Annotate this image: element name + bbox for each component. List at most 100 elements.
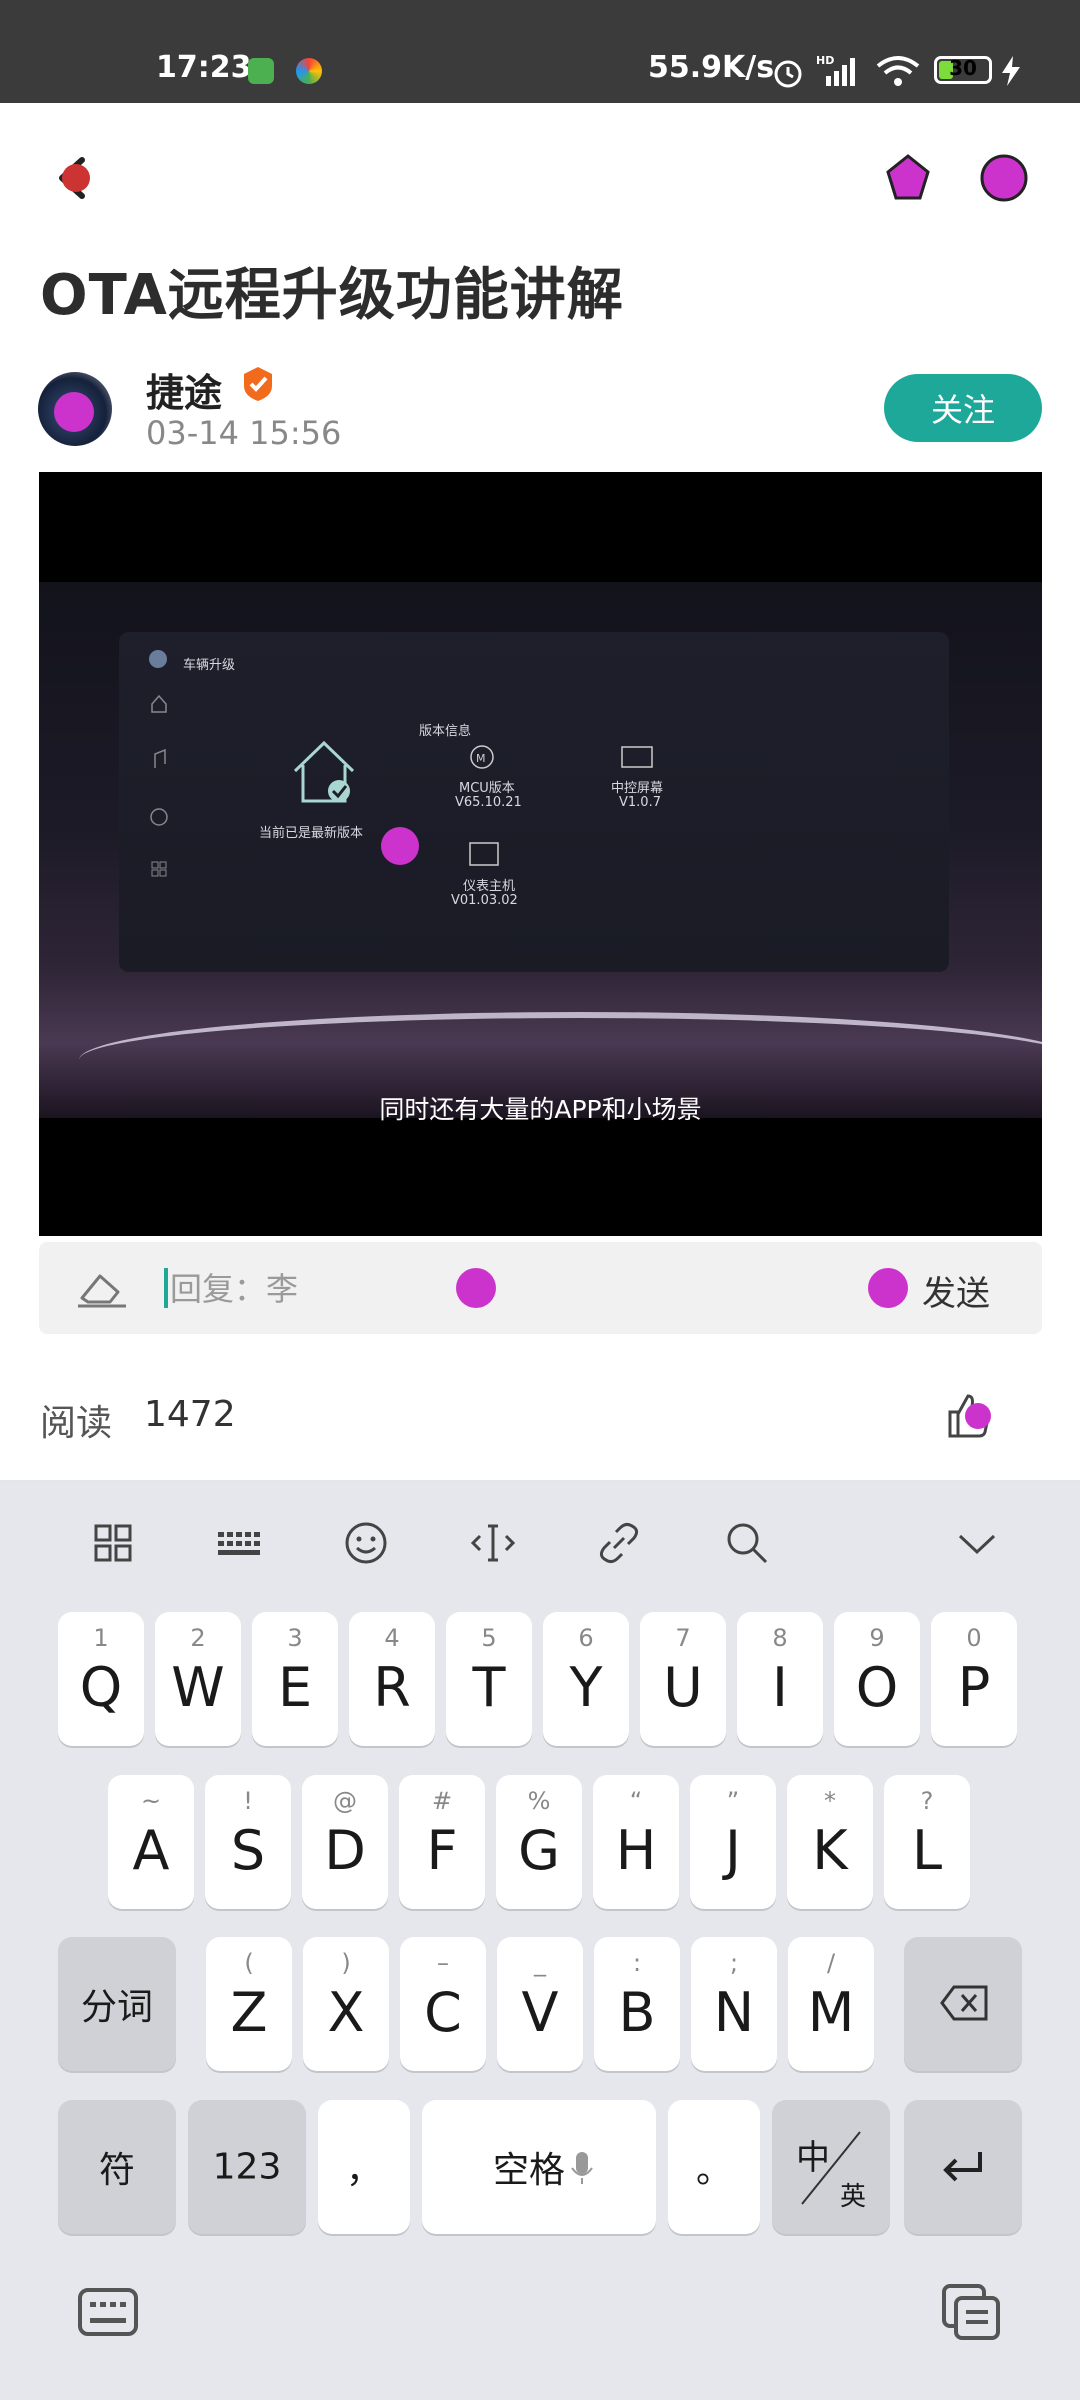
svg-text:HD: HD — [816, 54, 834, 67]
key-letter: R — [373, 1656, 411, 1719]
battery-icon: 30 — [934, 56, 992, 84]
key-letter: Z — [230, 1981, 268, 2044]
like-icon[interactable] — [944, 1390, 994, 1440]
link-icon[interactable] — [594, 1518, 644, 1568]
emoji-icon[interactable] — [341, 1518, 391, 1568]
key-o[interactable]: 9O — [834, 1612, 920, 1746]
app-notification-icon — [248, 58, 274, 84]
key-h[interactable]: “H — [593, 1775, 679, 1909]
key-i[interactable]: 8I — [737, 1612, 823, 1746]
collapse-chevron-icon[interactable] — [952, 1518, 1002, 1568]
key-hint: / — [826, 1949, 836, 1977]
key-l[interactable]: ? L — [884, 1775, 970, 1909]
key-letter: F — [426, 1819, 458, 1882]
key-y[interactable]: 6Y — [543, 1612, 629, 1746]
keyboard-switch-icon[interactable] — [76, 2282, 140, 2342]
key-c[interactable]: – C — [400, 1937, 486, 2071]
key-hint: ; — [729, 1949, 739, 1977]
key-k[interactable]: * K — [787, 1775, 873, 1909]
key-hint: ? — [920, 1787, 934, 1815]
charging-icon — [1002, 56, 1020, 86]
space-key-label: 空格 — [492, 2150, 565, 2191]
reply-input[interactable] — [168, 1262, 692, 1316]
article-title: OTA远程升级功能讲解 — [40, 263, 624, 328]
key-m[interactable]: / M — [788, 1937, 874, 2071]
lang-slash — [801, 2131, 861, 2205]
avatar[interactable] — [38, 372, 112, 446]
key-w[interactable]: 2W — [155, 1612, 241, 1746]
mcu-label: MCU版本 — [459, 781, 515, 796]
search-icon[interactable] — [722, 1518, 772, 1568]
more-icon[interactable] — [976, 150, 1032, 206]
key-u[interactable]: 7U — [640, 1612, 726, 1746]
share-icon[interactable] — [880, 150, 936, 206]
backspace-key[interactable] — [904, 1937, 1022, 2071]
key-letter: X — [327, 1981, 365, 2044]
key-hint: 9 — [869, 1624, 885, 1652]
key-hint: 1 — [93, 1624, 109, 1652]
symbol-key[interactable]: 符 — [58, 2100, 176, 2234]
key-letter: O — [855, 1656, 899, 1719]
key-letter: J — [725, 1819, 741, 1882]
screen-header: 车辆升级 — [183, 658, 236, 673]
key-letter: V — [521, 1981, 559, 2044]
back-arrow-icon[interactable] — [48, 150, 104, 206]
language-switch-key[interactable]: 中 英 — [772, 2100, 890, 2234]
key-z[interactable]: (Z — [206, 1937, 292, 2071]
alarm-icon — [774, 60, 802, 88]
space-key[interactable]: 空格 — [422, 2100, 656, 2234]
author-name[interactable]: 捷途 — [146, 362, 222, 417]
key-letter: U — [663, 1656, 703, 1719]
key-a[interactable]: ~ A — [108, 1775, 194, 1909]
cursor-move-icon[interactable] — [468, 1518, 518, 1568]
key-letter: I — [772, 1656, 788, 1719]
video-player[interactable]: 车辆升级 当前已是最新版本 版本信息 M MCU版本 V65.10.21 中控屏… — [39, 472, 1042, 1236]
keyboard-layout-icon[interactable] — [214, 1518, 264, 1568]
video-subtitle: 同时还有大量的APP和小场景 — [379, 1095, 702, 1124]
key-v[interactable]: _ V — [497, 1937, 583, 2071]
microphone-icon — [571, 2152, 593, 2184]
number-key[interactable]: 123 — [188, 2100, 306, 2234]
comma-key[interactable]: ， — [318, 2100, 410, 2234]
comma-key-label: ， — [345, 2150, 382, 2191]
key-j[interactable]: ” J — [690, 1775, 776, 1909]
key-d[interactable]: @ D — [302, 1775, 388, 1909]
key-letter: G — [518, 1819, 560, 1882]
key-e[interactable]: 3E — [252, 1612, 338, 1746]
key-f[interactable]: # F — [399, 1775, 485, 1909]
cluster-label: 仪表主机 — [463, 879, 516, 894]
key-hint: 7 — [675, 1624, 691, 1652]
hd-signal-icon: HD — [816, 54, 855, 86]
clipboard-icon[interactable] — [940, 2282, 1004, 2342]
period-key[interactable]: 。 — [668, 2100, 760, 2234]
key-t[interactable]: 5T — [446, 1612, 532, 1746]
key-hint: – — [437, 1949, 449, 1977]
center-screen-icon — [621, 746, 653, 768]
key-b[interactable]: :B — [594, 1937, 680, 2071]
key-letter: A — [132, 1819, 170, 1882]
key-s[interactable]: ! S — [205, 1775, 291, 1909]
key-q[interactable]: 1Q — [58, 1612, 144, 1746]
segment-key[interactable]: 分词 — [58, 1937, 176, 2071]
app-colorful-icon — [296, 58, 322, 84]
key-g[interactable]: % G — [496, 1775, 582, 1909]
key-n[interactable]: ; N — [691, 1937, 777, 2071]
touch-indicator — [868, 1268, 908, 1308]
status-bar: 17:23 55.9K/s HD 30 — [0, 0, 1080, 103]
update-home-icon — [293, 740, 355, 803]
update-status: 当前已是最新版本 — [259, 826, 364, 841]
video-frame: 车辆升级 当前已是最新版本 版本信息 M MCU版本 V65.10.21 中控屏… — [39, 582, 1042, 1118]
symbol-key-label: 符 — [98, 2150, 135, 2191]
eraser-icon[interactable] — [74, 1262, 130, 1314]
center-screen-version: V1.0.7 — [619, 795, 661, 810]
follow-button[interactable]: 关注 — [884, 374, 1042, 442]
send-button[interactable]: 发送 — [922, 1266, 990, 1315]
key-hint: ! — [243, 1787, 253, 1815]
enter-key[interactable] — [904, 2100, 1022, 2234]
key-r[interactable]: 4R — [349, 1612, 435, 1746]
grid-apps-icon[interactable] — [88, 1518, 138, 1568]
key-p[interactable]: 0P — [931, 1612, 1017, 1746]
network-speed: 55.9K/s — [648, 50, 775, 85]
key-x[interactable]: ) X — [303, 1937, 389, 2071]
key-hint: 3 — [287, 1624, 303, 1652]
